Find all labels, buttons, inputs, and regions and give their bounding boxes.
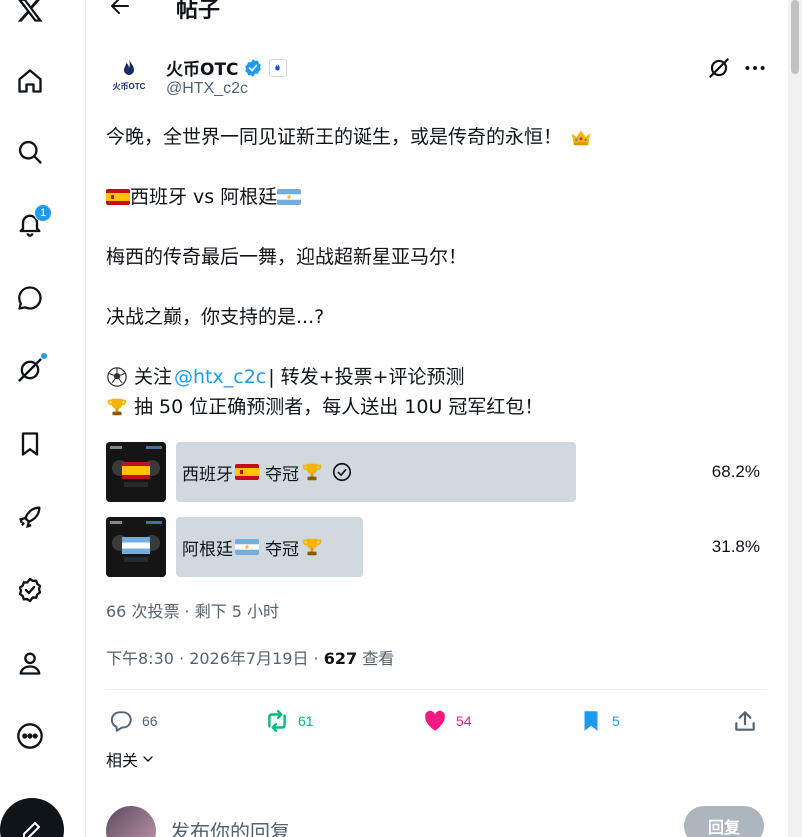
jobs-rocket-icon[interactable]: [8, 495, 52, 539]
author-display-name[interactable]: 火币OTC: [166, 55, 239, 80]
bookmark-count: 5: [612, 713, 620, 729]
author-avatar[interactable]: 火币OTC: [106, 52, 152, 98]
heart-filled-icon: [425, 710, 445, 731]
selected-check-icon: [332, 462, 352, 482]
post-line-text: 关注: [134, 366, 173, 388]
chevron-down-icon: [143, 756, 153, 762]
post-header: 帖子: [86, 0, 786, 26]
scrollbar-thumb[interactable]: [791, 0, 799, 74]
post-line: 西班牙 vs 阿根廷: [106, 182, 776, 212]
trophy-emoji-icon: [302, 538, 322, 556]
post-line: 关注 @htx_c2c | 转发+投票+评论预测: [106, 362, 776, 392]
compose-post-button[interactable]: [0, 798, 64, 837]
related-dropdown[interactable]: 相关: [106, 747, 156, 771]
home-icon[interactable]: [8, 59, 52, 103]
crown-emoji-icon: [571, 130, 591, 146]
poll-option-text: 阿根廷: [182, 539, 233, 560]
repost-button[interactable]: 61: [264, 704, 314, 738]
grok-explain-icon[interactable]: [706, 55, 732, 81]
poll-option-label: 西班牙 夺冠: [182, 442, 353, 502]
timestamp-text[interactable]: 下午8:30 · 2026年7月19日 ·: [106, 649, 324, 668]
argentina-flag-icon: [277, 189, 302, 205]
post-detail-column: 帖子 火币OTC 火币OTC @HTX_c2c 今晚，全世界一同见证新王的诞生，…: [86, 0, 786, 837]
more-icon[interactable]: [742, 55, 768, 81]
post-line-text: 梅西的传奇最后一舞，迎战超新星亚马尔！: [106, 246, 468, 268]
post-line-text: | 转发+投票+评论预测: [268, 366, 465, 388]
poll-option-text: 西班牙: [182, 464, 233, 485]
divider: [106, 689, 766, 690]
page-title: 帖子: [176, 0, 221, 23]
poll-option-image: [106, 517, 166, 577]
soccer-ball-emoji-icon: [107, 367, 127, 387]
left-navigation: 1: [0, 0, 86, 837]
like-count: 54: [456, 713, 472, 729]
page-scrollbar[interactable]: [788, 0, 802, 837]
poll-option-image: [106, 442, 166, 502]
reply-composer: 发布你的回复 回复: [106, 806, 766, 837]
spain-flag-icon: [106, 189, 130, 205]
reply-submit-button[interactable]: 回复: [684, 806, 764, 837]
post-timestamp[interactable]: 下午8:30 · 2026年7月19日 · 627 查看: [106, 645, 394, 669]
repost-icon: [268, 710, 286, 732]
poll-option[interactable]: 西班牙 夺冠 68.2%: [106, 442, 762, 504]
search-icon[interactable]: [8, 130, 52, 174]
grok-unread-dot: [40, 352, 48, 360]
post-line: 抽 50 位正确预测者，每人送出 10U 冠军红包！: [106, 392, 776, 422]
post-line-text: 抽 50 位正确预测者，每人送出 10U 冠军红包！: [134, 396, 544, 418]
post-author: 火币OTC 火币OTC @HTX_c2c: [106, 52, 776, 102]
verified-orgs-icon[interactable]: [8, 568, 52, 612]
poll-option[interactable]: 阿根廷 夺冠 31.8%: [106, 517, 762, 579]
avatar-caption: 火币OTC: [112, 82, 146, 91]
poll-option-percent: 68.2%: [711, 462, 760, 481]
affiliate-badge-icon[interactable]: [268, 58, 287, 77]
reply-count: 66: [142, 713, 158, 729]
trophy-emoji-icon: [107, 398, 127, 416]
grok-icon[interactable]: [8, 348, 52, 392]
like-button[interactable]: 54: [422, 704, 472, 738]
trophy-emoji-icon: [302, 463, 322, 481]
poll-option-text: 夺冠: [265, 464, 299, 485]
x-logo-icon[interactable]: [8, 0, 52, 32]
poll-option-label: 阿根廷 夺冠: [182, 517, 323, 577]
post-line: 梅西的传奇最后一舞，迎战超新星亚马尔！: [106, 242, 776, 272]
author-name-row[interactable]: 火币OTC: [166, 55, 287, 80]
spain-flag-icon: [235, 464, 259, 480]
profile-icon[interactable]: [8, 641, 52, 685]
my-avatar[interactable]: [106, 806, 156, 837]
post-line-text: 今晚，全世界一同见证新王的诞生，或是传奇的永恒！: [106, 126, 563, 148]
bookmark-filled-icon: [584, 711, 598, 731]
bookmark-button[interactable]: 5: [578, 704, 620, 738]
notifications-count-badge: 1: [34, 204, 52, 222]
poll-option-text: 夺冠: [265, 539, 299, 560]
author-handle[interactable]: @HTX_c2c: [166, 80, 248, 98]
more-options-icon[interactable]: [8, 714, 52, 758]
post-line: 今晚，全世界一同见证新王的诞生，或是传奇的永恒！: [106, 122, 776, 152]
view-count: 627: [323, 649, 358, 668]
share-button[interactable]: [732, 704, 758, 738]
post-line-text: 决战之巅，你支持的是...?: [106, 306, 325, 328]
post-text: 今晚，全世界一同见证新王的诞生，或是传奇的永恒！ 西班牙 vs 阿根廷 梅西的传…: [106, 122, 776, 422]
view-label: 查看: [357, 649, 395, 668]
mention-link[interactable]: @htx_c2c: [174, 362, 266, 392]
poll-option-percent: 31.8%: [711, 537, 760, 556]
argentina-flag-icon: [235, 539, 259, 555]
post-actions: 66 61 54 5: [106, 704, 766, 738]
related-label[interactable]: 相关: [106, 747, 138, 771]
poll-meta: 66 次投票 · 剩下 5 小时: [106, 602, 280, 621]
share-icon: [735, 711, 755, 731]
verified-badge-icon: [244, 58, 261, 77]
back-arrow-icon[interactable]: [108, 0, 132, 18]
bookmarks-icon[interactable]: [8, 422, 52, 466]
reply-button[interactable]: 66: [108, 704, 158, 738]
messages-icon[interactable]: [8, 276, 52, 320]
post-line: 决战之巅，你支持的是...?: [106, 302, 776, 332]
repost-count: 61: [298, 713, 314, 729]
notifications-bell-icon[interactable]: 1: [8, 202, 52, 246]
reply-input[interactable]: 发布你的回复: [170, 816, 290, 837]
reply-icon: [110, 711, 132, 732]
post-line-text: 西班牙 vs 阿根廷: [130, 186, 278, 208]
htx-flame-icon: [124, 59, 134, 75]
